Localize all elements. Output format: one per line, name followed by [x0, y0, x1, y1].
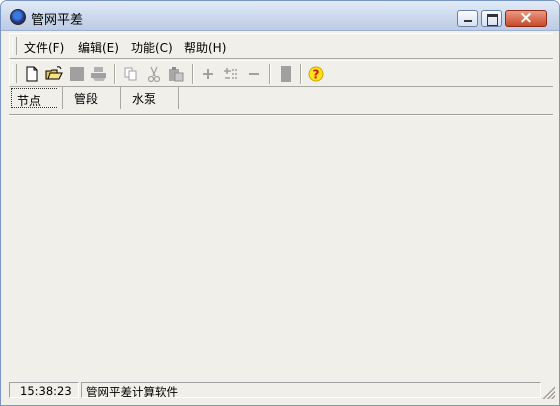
menu-help[interactable]: 帮助(H) — [184, 39, 226, 56]
status-bar: 15:38:23 管网平差计算软件 — [9, 381, 555, 399]
menu-edit[interactable]: 编辑(E) — [78, 39, 119, 56]
remove-icon[interactable] — [245, 65, 263, 83]
tab-divider-1 — [9, 87, 63, 109]
maximize-button[interactable] — [481, 10, 502, 27]
status-message: 管网平差计算软件 — [81, 382, 541, 398]
help-icon[interactable]: ? — [307, 65, 325, 83]
paste-icon[interactable] — [167, 65, 185, 83]
save-icon[interactable] — [68, 65, 86, 83]
window-title: 管网平差 — [31, 13, 84, 28]
open-folder-icon[interactable] — [45, 65, 63, 83]
tab-pipes[interactable]: 管段 — [63, 87, 121, 109]
cut-icon[interactable] — [145, 65, 163, 83]
toolbar-separator — [269, 64, 271, 84]
resize-grip[interactable] — [541, 385, 555, 399]
tab-strip: 节点 管段 水泵 — [9, 87, 553, 116]
print-icon[interactable] — [90, 65, 108, 83]
app-window: 管网平差 文件(F) 编辑(E) 功能(C) 帮助(H) — [0, 0, 560, 406]
minimize-button[interactable] — [457, 10, 478, 27]
content-area[interactable] — [9, 117, 553, 379]
status-time: 15:38:23 — [9, 382, 79, 398]
toolbar-separator — [114, 64, 116, 84]
close-button[interactable] — [505, 8, 547, 28]
tab-pipes-label: 管段 — [74, 92, 99, 106]
title-bar[interactable]: 管网平差 — [1, 1, 559, 31]
toolbar-separator — [300, 64, 302, 84]
tab-pumps-label: 水泵 — [132, 92, 157, 106]
menu-function[interactable]: 功能(C) — [131, 39, 173, 56]
add-icon[interactable] — [199, 65, 217, 83]
menu-bar: 文件(F) 编辑(E) 功能(C) 帮助(H) — [9, 33, 553, 59]
svg-text:?: ? — [313, 68, 320, 82]
copy-icon[interactable] — [122, 65, 140, 83]
tab-baseline — [9, 114, 553, 116]
toolbar: ? — [9, 60, 553, 87]
stop-icon[interactable] — [277, 65, 295, 83]
new-file-icon[interactable] — [23, 65, 41, 83]
insert-icon[interactable] — [222, 65, 240, 83]
app-globe-icon — [10, 9, 26, 25]
toolbar-separator — [192, 64, 194, 84]
menu-file[interactable]: 文件(F) — [24, 39, 64, 56]
tab-pumps[interactable]: 水泵 — [121, 87, 179, 109]
